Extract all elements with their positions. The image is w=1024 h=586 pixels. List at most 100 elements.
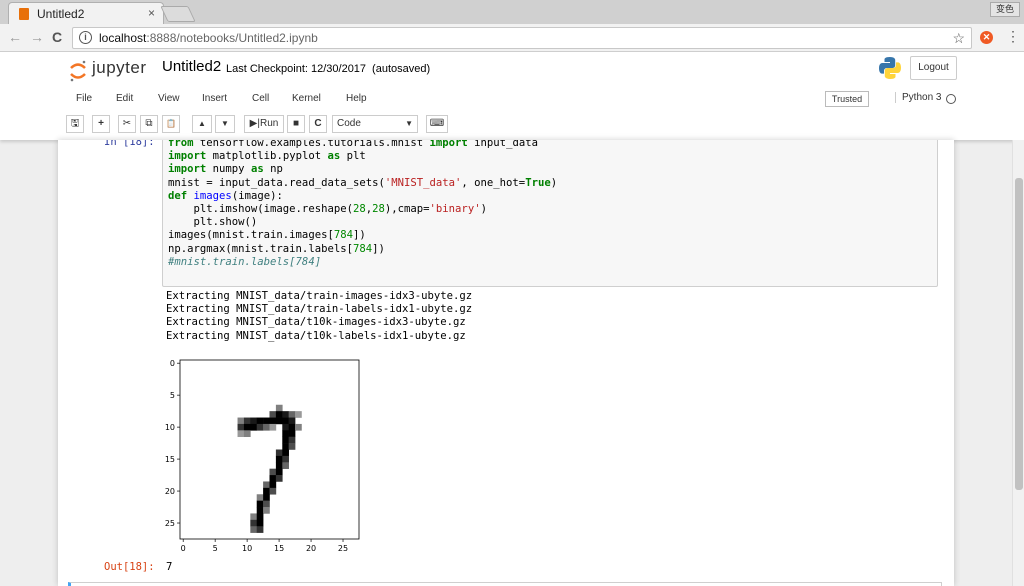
- kernel-name: Python 3: [895, 92, 941, 103]
- jupyter-logo-icon[interactable]: [68, 58, 88, 84]
- restart-button[interactable]: C: [309, 115, 327, 133]
- image-pixel: [269, 487, 277, 495]
- image-pixel: [288, 430, 296, 438]
- code-line: import matplotlib.pyplot as plt: [168, 150, 366, 163]
- image-pixel: [269, 411, 277, 418]
- save-button[interactable]: 🖫: [66, 115, 84, 133]
- image-pixel: [275, 417, 283, 425]
- image-pixel: [288, 423, 296, 431]
- scrollbar-thumb[interactable]: [1015, 178, 1023, 490]
- x-tick-label: 0: [181, 544, 186, 553]
- x-tick-label: 20: [306, 544, 316, 553]
- y-tick-label: 5: [170, 391, 175, 400]
- image-pixel: [243, 423, 251, 431]
- image-pixel: [288, 411, 296, 418]
- input-prompt: In [18]:: [104, 140, 155, 148]
- menu-help[interactable]: Help: [346, 93, 367, 104]
- image-pixel: [282, 430, 289, 438]
- image-pixel: [269, 468, 277, 476]
- jupyter-wordmark[interactable]: jupyter: [92, 58, 147, 78]
- y-tick-label: 0: [170, 359, 175, 368]
- y-tick-label: 20: [165, 487, 175, 496]
- image-pixel: [269, 475, 277, 482]
- move-up-button[interactable]: ▲: [192, 115, 212, 133]
- paste-button[interactable]: 📋: [162, 115, 180, 133]
- image-pixel: [282, 462, 289, 469]
- copy-button[interactable]: ⧉: [140, 115, 158, 133]
- kernel-idle-icon: [946, 94, 956, 104]
- image-pixel: [237, 423, 245, 431]
- cell-type-select[interactable]: Code ▼: [332, 115, 418, 133]
- notebook-container: In [18]: from tensorflow.examples.tutori…: [58, 140, 954, 586]
- browser-tab[interactable]: Untitled2 ×: [8, 2, 164, 24]
- menu-file[interactable]: File: [76, 93, 92, 104]
- menu-edit[interactable]: Edit: [116, 93, 133, 104]
- image-pixel: [295, 423, 302, 431]
- notebook-name[interactable]: Untitled2: [162, 58, 221, 75]
- image-pixel: [243, 430, 251, 438]
- image-pixel: [275, 462, 283, 469]
- x-tick-label: 5: [213, 544, 218, 553]
- code-line: np.argmax(mnist.train.labels[784]): [168, 242, 385, 255]
- next-code-cell[interactable]: [68, 582, 942, 586]
- image-pixel: [263, 507, 270, 514]
- code-line: #mnist.train.labels[784]: [168, 255, 322, 268]
- run-button[interactable]: ▶|Run: [244, 115, 284, 133]
- code-editor[interactable]: from tensorflow.examples.tutorials.mnist…: [168, 140, 557, 269]
- y-tick-label: 25: [165, 519, 175, 528]
- page-scrollbar[interactable]: [1012, 140, 1024, 586]
- jupyter-favicon-icon: [19, 8, 29, 20]
- browser-menu-icon[interactable]: ⋮: [1006, 28, 1020, 45]
- code-line: plt.show(): [168, 216, 258, 229]
- window-button[interactable]: 变色: [990, 2, 1020, 17]
- forward-arrow-icon[interactable]: →: [30, 29, 44, 45]
- x-tick-label: 10: [242, 544, 252, 553]
- mnist-image-plot: 0 5 10 15 20 25 0 5 10 15 20 25: [165, 359, 360, 553]
- image-pixel: [256, 494, 264, 501]
- image-pixel: [256, 500, 264, 508]
- move-down-button[interactable]: ▼: [215, 115, 235, 133]
- image-pixel: [256, 423, 264, 431]
- menu-cell[interactable]: Cell: [252, 93, 269, 104]
- logout-button[interactable]: Logout: [910, 56, 957, 80]
- image-pixel: [282, 449, 289, 457]
- code-line: images(mnist.train.images[784]): [168, 229, 366, 242]
- add-cell-button[interactable]: +: [92, 115, 110, 133]
- reload-icon[interactable]: C: [52, 29, 62, 45]
- menu-insert[interactable]: Insert: [202, 93, 227, 104]
- code-line: plt.imshow(image.reshape(28,28),cmap='bi…: [168, 203, 487, 216]
- menu-view[interactable]: View: [158, 93, 180, 104]
- stop-button[interactable]: ■: [287, 115, 305, 133]
- menu-kernel[interactable]: Kernel: [292, 93, 321, 104]
- image-pixel: [269, 481, 277, 489]
- image-pixel: [282, 436, 289, 444]
- new-tab-button[interactable]: [160, 6, 196, 22]
- cut-button[interactable]: ✂: [118, 115, 136, 133]
- code-cell-input[interactable]: from tensorflow.examples.tutorials.mnist…: [162, 140, 938, 287]
- back-arrow-icon[interactable]: ←: [8, 29, 22, 45]
- trusted-indicator[interactable]: Trusted: [825, 91, 869, 107]
- stream-output: Extracting MNIST_data/train-images-idx3-…: [166, 290, 473, 342]
- address-bar: ← → C i localhost:8888/notebooks/Untitle…: [0, 24, 1024, 52]
- y-tick-label: 15: [165, 455, 175, 464]
- image-pixel: [256, 507, 264, 514]
- extension-icon[interactable]: ✕: [980, 31, 993, 44]
- image-pixel: [243, 417, 251, 425]
- image-pixel: [282, 455, 289, 463]
- info-icon[interactable]: i: [79, 31, 92, 44]
- url-text: localhost:8888/notebooks/Untitled2.ipynb: [99, 31, 318, 45]
- chevron-down-icon: ▼: [405, 119, 413, 128]
- image-pixel: [282, 411, 289, 418]
- image-pixel: [237, 430, 245, 438]
- image-pixel: [256, 519, 264, 527]
- output-value: 7: [166, 561, 173, 573]
- code-line: from tensorflow.examples.tutorials.mnist…: [168, 140, 538, 149]
- x-tick-label: 15: [274, 544, 284, 553]
- bookmark-star-icon[interactable]: ☆: [952, 28, 965, 48]
- image-pixel: [263, 417, 270, 425]
- image-pixel: [256, 513, 264, 521]
- url-input[interactable]: i localhost:8888/notebooks/Untitled2.ipy…: [72, 27, 972, 49]
- keyboard-shortcuts-button[interactable]: ⌨: [426, 115, 448, 133]
- x-tick-label: 25: [338, 544, 348, 553]
- tab-close-icon[interactable]: ×: [148, 6, 155, 20]
